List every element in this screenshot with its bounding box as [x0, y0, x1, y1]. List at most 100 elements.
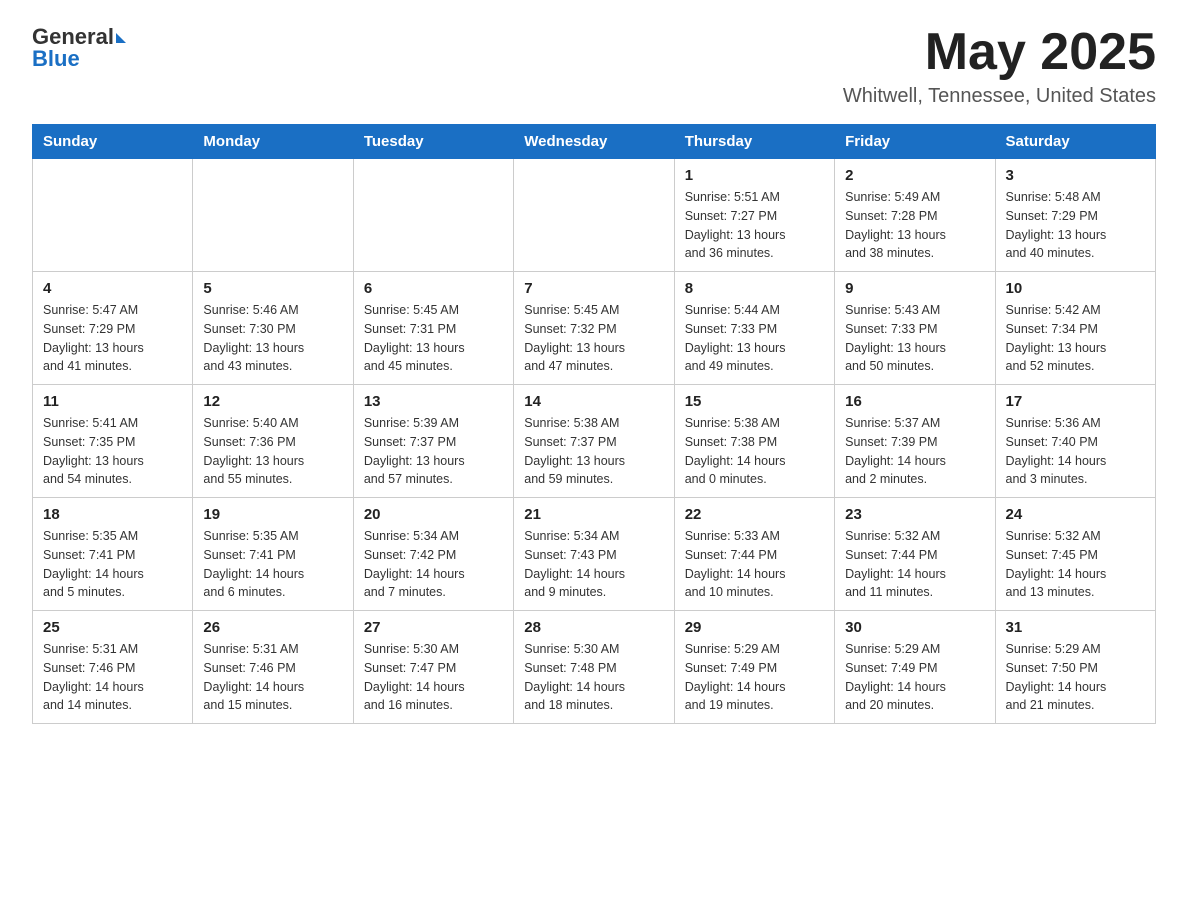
day-info: Sunrise: 5:49 AM Sunset: 7:28 PM Dayligh…: [845, 188, 984, 263]
calendar-week-row: 4 Sunrise: 5:47 AM Sunset: 7:29 PM Daylig…: [33, 272, 1156, 385]
calendar-cell: 31Sunrise: 5:29 AM Sunset: 7:50 PM Dayli…: [995, 611, 1155, 724]
day-number: 3: [1006, 167, 1145, 184]
calendar-cell: 12 Sunrise: 5:40 AM Sunset: 7:36 PM Dayli…: [193, 385, 353, 498]
day-info: Sunrise: 5:35 AM Sunset: 7:41 PM Dayligh…: [43, 527, 182, 602]
day-number: 7: [524, 280, 663, 297]
day-number: 16: [845, 393, 984, 410]
day-number: 14: [524, 393, 663, 410]
logo-arrow-icon: [116, 33, 126, 43]
title-block: May 2025 Whitwell, Tennessee, United Sta…: [843, 24, 1156, 108]
calendar-week-row: 18 Sunrise: 5:35 AM Sunset: 7:41 PM Dayli…: [33, 498, 1156, 611]
day-number: 1: [685, 167, 824, 184]
calendar-col-header: Sunday: [33, 125, 193, 159]
calendar-cell: 19 Sunrise: 5:35 AM Sunset: 7:41 PM Dayli…: [193, 498, 353, 611]
calendar-cell: 22 Sunrise: 5:33 AM Sunset: 7:44 PM Dayli…: [674, 498, 834, 611]
day-number: 4: [43, 280, 182, 297]
day-info: Sunrise: 5:35 AM Sunset: 7:41 PM Dayligh…: [203, 527, 342, 602]
calendar-cell: [33, 159, 193, 272]
calendar-cell: 11 Sunrise: 5:41 AM Sunset: 7:35 PM Dayli…: [33, 385, 193, 498]
day-number: 5: [203, 280, 342, 297]
day-info: Sunrise: 5:29 AM Sunset: 7:49 PM Dayligh…: [845, 640, 984, 715]
day-number: 27: [364, 619, 503, 636]
location-title: Whitwell, Tennessee, United States: [843, 85, 1156, 108]
day-info: Sunrise: 5:32 AM Sunset: 7:45 PM Dayligh…: [1006, 527, 1145, 602]
calendar-week-row: 25 Sunrise: 5:31 AM Sunset: 7:46 PM Dayli…: [33, 611, 1156, 724]
calendar-cell: 26 Sunrise: 5:31 AM Sunset: 7:46 PM Dayli…: [193, 611, 353, 724]
day-number: 8: [685, 280, 824, 297]
day-info: Sunrise: 5:47 AM Sunset: 7:29 PM Dayligh…: [43, 301, 182, 376]
calendar-cell: 27Sunrise: 5:30 AM Sunset: 7:47 PM Dayli…: [353, 611, 513, 724]
day-info: Sunrise: 5:45 AM Sunset: 7:31 PM Dayligh…: [364, 301, 503, 376]
calendar-cell: 4 Sunrise: 5:47 AM Sunset: 7:29 PM Daylig…: [33, 272, 193, 385]
calendar-cell: 21Sunrise: 5:34 AM Sunset: 7:43 PM Dayli…: [514, 498, 674, 611]
day-info: Sunrise: 5:42 AM Sunset: 7:34 PM Dayligh…: [1006, 301, 1145, 376]
day-number: 6: [364, 280, 503, 297]
day-info: Sunrise: 5:31 AM Sunset: 7:46 PM Dayligh…: [203, 640, 342, 715]
day-number: 29: [685, 619, 824, 636]
day-number: 12: [203, 393, 342, 410]
calendar-cell: 8 Sunrise: 5:44 AM Sunset: 7:33 PM Daylig…: [674, 272, 834, 385]
day-info: Sunrise: 5:51 AM Sunset: 7:27 PM Dayligh…: [685, 188, 824, 263]
day-info: Sunrise: 5:31 AM Sunset: 7:46 PM Dayligh…: [43, 640, 182, 715]
logo: General Blue: [32, 24, 126, 72]
day-info: Sunrise: 5:44 AM Sunset: 7:33 PM Dayligh…: [685, 301, 824, 376]
calendar-cell: 28Sunrise: 5:30 AM Sunset: 7:48 PM Dayli…: [514, 611, 674, 724]
day-number: 26: [203, 619, 342, 636]
day-info: Sunrise: 5:43 AM Sunset: 7:33 PM Dayligh…: [845, 301, 984, 376]
calendar-cell: 10 Sunrise: 5:42 AM Sunset: 7:34 PM Dayli…: [995, 272, 1155, 385]
day-info: Sunrise: 5:38 AM Sunset: 7:38 PM Dayligh…: [685, 414, 824, 489]
day-number: 24: [1006, 506, 1145, 523]
calendar-cell: 18 Sunrise: 5:35 AM Sunset: 7:41 PM Dayli…: [33, 498, 193, 611]
day-number: 19: [203, 506, 342, 523]
calendar-cell: 5 Sunrise: 5:46 AM Sunset: 7:30 PM Daylig…: [193, 272, 353, 385]
calendar-cell: 20 Sunrise: 5:34 AM Sunset: 7:42 PM Dayli…: [353, 498, 513, 611]
calendar-cell: 7 Sunrise: 5:45 AM Sunset: 7:32 PM Daylig…: [514, 272, 674, 385]
calendar-cell: 17 Sunrise: 5:36 AM Sunset: 7:40 PM Dayli…: [995, 385, 1155, 498]
day-number: 25: [43, 619, 182, 636]
day-number: 13: [364, 393, 503, 410]
calendar-cell: 29Sunrise: 5:29 AM Sunset: 7:49 PM Dayli…: [674, 611, 834, 724]
day-info: Sunrise: 5:29 AM Sunset: 7:50 PM Dayligh…: [1006, 640, 1145, 715]
day-number: 20: [364, 506, 503, 523]
day-number: 22: [685, 506, 824, 523]
day-info: Sunrise: 5:39 AM Sunset: 7:37 PM Dayligh…: [364, 414, 503, 489]
day-number: 28: [524, 619, 663, 636]
day-info: Sunrise: 5:32 AM Sunset: 7:44 PM Dayligh…: [845, 527, 984, 602]
calendar-cell: 25 Sunrise: 5:31 AM Sunset: 7:46 PM Dayli…: [33, 611, 193, 724]
day-number: 15: [685, 393, 824, 410]
day-info: Sunrise: 5:34 AM Sunset: 7:42 PM Dayligh…: [364, 527, 503, 602]
day-info: Sunrise: 5:45 AM Sunset: 7:32 PM Dayligh…: [524, 301, 663, 376]
calendar-cell: 13 Sunrise: 5:39 AM Sunset: 7:37 PM Dayli…: [353, 385, 513, 498]
day-info: Sunrise: 5:36 AM Sunset: 7:40 PM Dayligh…: [1006, 414, 1145, 489]
page-header: General Blue May 2025 Whitwell, Tennesse…: [32, 24, 1156, 108]
calendar-cell: [514, 159, 674, 272]
calendar-table: SundayMondayTuesdayWednesdayThursdayFrid…: [32, 124, 1156, 724]
calendar-week-row: 11 Sunrise: 5:41 AM Sunset: 7:35 PM Dayli…: [33, 385, 1156, 498]
calendar-col-header: Wednesday: [514, 125, 674, 159]
day-info: Sunrise: 5:40 AM Sunset: 7:36 PM Dayligh…: [203, 414, 342, 489]
day-info: Sunrise: 5:38 AM Sunset: 7:37 PM Dayligh…: [524, 414, 663, 489]
calendar-cell: 2 Sunrise: 5:49 AM Sunset: 7:28 PM Daylig…: [835, 159, 995, 272]
calendar-col-header: Monday: [193, 125, 353, 159]
day-info: Sunrise: 5:41 AM Sunset: 7:35 PM Dayligh…: [43, 414, 182, 489]
calendar-col-header: Thursday: [674, 125, 834, 159]
calendar-cell: 23Sunrise: 5:32 AM Sunset: 7:44 PM Dayli…: [835, 498, 995, 611]
day-number: 2: [845, 167, 984, 184]
day-info: Sunrise: 5:48 AM Sunset: 7:29 PM Dayligh…: [1006, 188, 1145, 263]
day-number: 30: [845, 619, 984, 636]
day-number: 17: [1006, 393, 1145, 410]
calendar-cell: [193, 159, 353, 272]
day-number: 11: [43, 393, 182, 410]
day-number: 18: [43, 506, 182, 523]
calendar-cell: 30 Sunrise: 5:29 AM Sunset: 7:49 PM Dayli…: [835, 611, 995, 724]
logo-text-blue: Blue: [32, 46, 80, 72]
day-info: Sunrise: 5:33 AM Sunset: 7:44 PM Dayligh…: [685, 527, 824, 602]
calendar-col-header: Tuesday: [353, 125, 513, 159]
calendar-col-header: Saturday: [995, 125, 1155, 159]
day-number: 9: [845, 280, 984, 297]
calendar-header-row: SundayMondayTuesdayWednesdayThursdayFrid…: [33, 125, 1156, 159]
calendar-cell: 9 Sunrise: 5:43 AM Sunset: 7:33 PM Daylig…: [835, 272, 995, 385]
day-info: Sunrise: 5:46 AM Sunset: 7:30 PM Dayligh…: [203, 301, 342, 376]
day-number: 10: [1006, 280, 1145, 297]
day-info: Sunrise: 5:37 AM Sunset: 7:39 PM Dayligh…: [845, 414, 984, 489]
